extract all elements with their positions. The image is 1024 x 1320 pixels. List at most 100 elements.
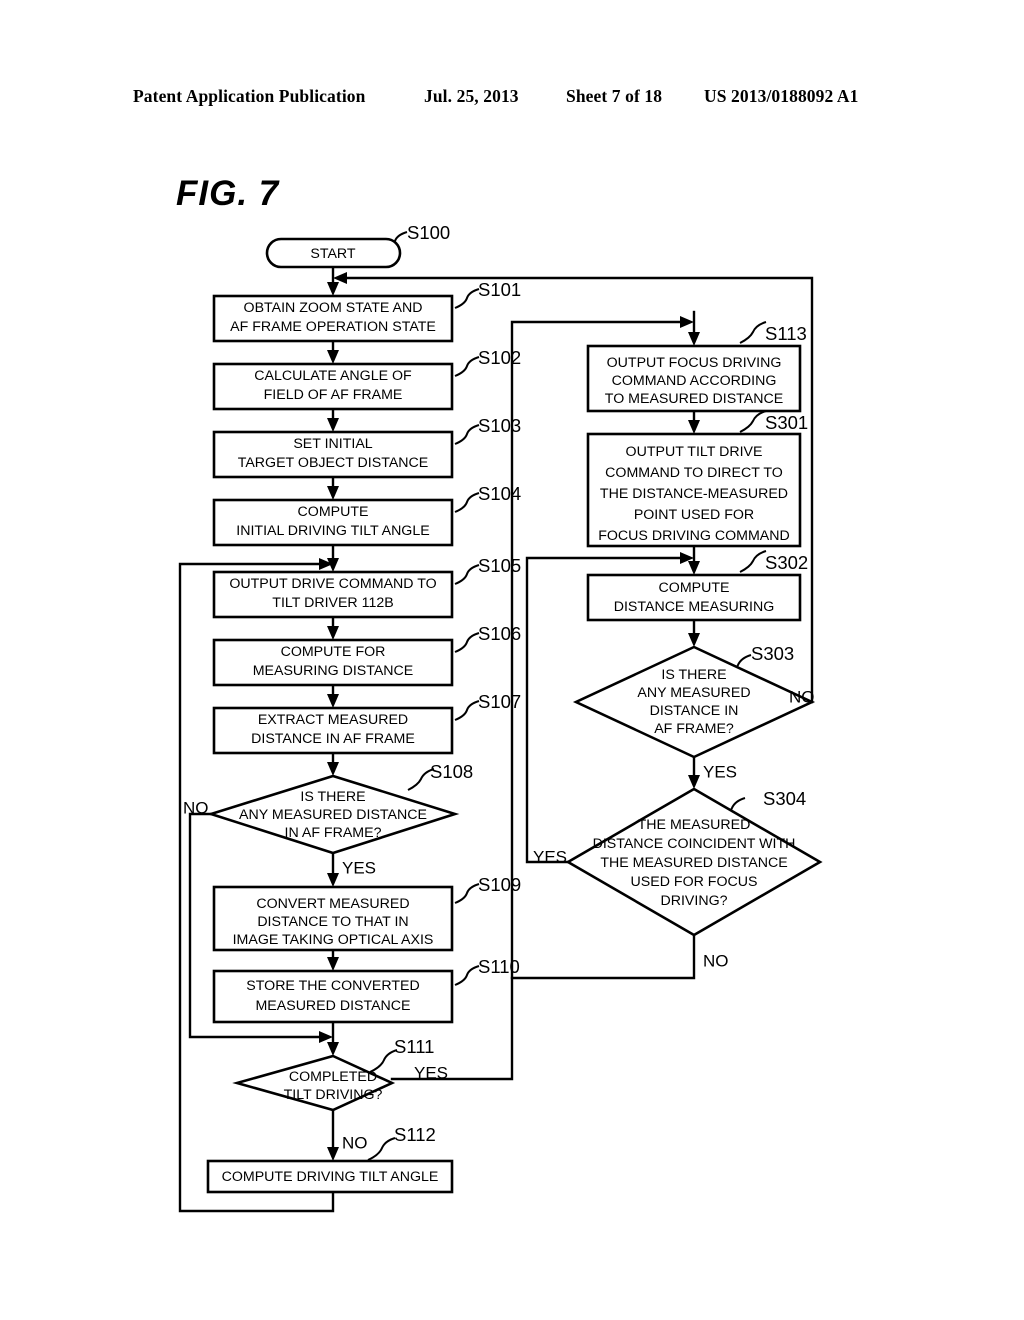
s301-line-5: FOCUS DRIVING COMMAND xyxy=(598,528,790,544)
node-s106[interactable]: COMPUTE FOR MEASURING DISTANCE xyxy=(212,638,454,687)
s304-branch-yes-label: YES xyxy=(533,847,567,866)
arrowhead-s113-loop-join xyxy=(680,316,694,328)
s102-line-1: CALCULATE ANGLE OF xyxy=(254,368,412,384)
node-s113[interactable]: OUTPUT FOCUS DRIVING COMMAND ACCORDING T… xyxy=(586,344,802,413)
node-s105[interactable]: OUTPUT DRIVE COMMAND TO TILT DRIVER 112B xyxy=(212,570,454,619)
node-s110[interactable]: STORE THE CONVERTED MEASURED DISTANCE xyxy=(212,969,454,1024)
flowchart-diagram: START S100 OBTAIN ZOOM STATE AND AF FRAM… xyxy=(178,222,823,1213)
leader-s109 xyxy=(454,883,480,904)
s302-line-1: COMPUTE xyxy=(659,580,730,596)
s109-line-1: CONVERT MEASURED xyxy=(256,896,409,912)
step-id-s107: S107 xyxy=(478,691,521,712)
leader-s105 xyxy=(454,564,480,585)
arrowhead-s109-in xyxy=(327,873,339,887)
arrowhead-s102-in xyxy=(327,350,339,364)
node-s108[interactable]: IS THERE ANY MEASURED DISTANCE IN AF FRA… xyxy=(206,774,460,855)
s107-line-1: EXTRACT MEASURED xyxy=(258,712,408,728)
s108-line-3: IN AF FRAME? xyxy=(285,825,382,841)
s104-line-1: COMPUTE xyxy=(298,504,369,520)
s108-line-2: ANY MEASURED DISTANCE xyxy=(239,807,427,823)
node-s102[interactable]: CALCULATE ANGLE OF FIELD OF AF FRAME xyxy=(212,362,454,411)
s304-branch-no-label: NO xyxy=(703,951,729,970)
step-id-s112: S112 xyxy=(394,1124,436,1145)
arrowhead-s104-in xyxy=(327,486,339,500)
step-id-s304: S304 xyxy=(763,788,806,809)
leader-s113 xyxy=(739,321,767,344)
step-id-s101: S101 xyxy=(478,279,521,300)
arrowhead-s301-in xyxy=(688,420,700,434)
s109-line-3: IMAGE TAKING OPTICAL AXIS xyxy=(233,932,434,948)
node-s112[interactable]: COMPUTE DRIVING TILT ANGLE xyxy=(206,1159,454,1194)
s302-line-2: DISTANCE MEASURING xyxy=(614,599,775,615)
s111-line-1: COMPLETED xyxy=(289,1069,377,1085)
node-start[interactable]: START xyxy=(265,237,402,269)
s303-line-4: AF FRAME? xyxy=(654,721,734,737)
step-id-s104: S104 xyxy=(478,483,521,504)
arrowhead-s108-no-join xyxy=(319,1031,333,1043)
s303-line-3: DISTANCE IN xyxy=(650,703,739,719)
s103-line-1: SET INITIAL xyxy=(293,436,372,452)
leader-s302 xyxy=(739,550,767,573)
leader-s107 xyxy=(454,700,480,721)
s112-line-1: COMPUTE DRIVING TILT ANGLE xyxy=(222,1169,439,1185)
leader-s104 xyxy=(454,492,480,513)
step-id-s105: S105 xyxy=(478,555,521,576)
s304-line-1: THE MEASURED xyxy=(638,817,751,833)
node-s111[interactable]: COMPLETED TILT DRIVING? xyxy=(232,1054,396,1112)
s106-line-1: COMPUTE FOR xyxy=(281,644,386,660)
s101-line-2: AF FRAME OPERATION STATE xyxy=(230,319,436,335)
arrowhead-s302-in xyxy=(688,561,700,575)
step-id-s102: S102 xyxy=(478,347,521,368)
s113-line-2: COMMAND ACCORDING xyxy=(612,373,777,389)
s106-line-2: MEASURING DISTANCE xyxy=(253,663,414,679)
arrowhead-s113-in xyxy=(688,332,700,346)
s105-line-1: OUTPUT DRIVE COMMAND TO xyxy=(229,576,436,592)
arrowhead-s106-in xyxy=(327,626,339,640)
node-s104[interactable]: COMPUTE INITIAL DRIVING TILT ANGLE xyxy=(212,498,454,547)
step-id-s303: S303 xyxy=(751,643,794,664)
arrowhead-s107-in xyxy=(327,694,339,708)
s109-line-2: DISTANCE TO THAT IN xyxy=(257,914,408,930)
s304-line-4: USED FOR FOCUS xyxy=(631,874,758,890)
node-s304[interactable]: THE MEASURED DISTANCE COINCIDENT WITH TH… xyxy=(565,787,823,937)
s301-line-4: POINT USED FOR xyxy=(634,507,754,523)
s108-line-1: IS THERE xyxy=(300,789,365,805)
leader-s301 xyxy=(739,410,767,433)
s111-branch-no-label: NO xyxy=(342,1133,368,1152)
connector-s304-no-to-s113 xyxy=(510,933,696,980)
s303-branch-no-label: NO xyxy=(789,687,815,706)
arrowhead-s103-in xyxy=(327,418,339,432)
step-id-s113: S113 xyxy=(765,323,807,344)
s108-branch-no-label: NO xyxy=(183,798,209,817)
step-id-s110: S110 xyxy=(478,956,520,977)
node-s103[interactable]: SET INITIAL TARGET OBJECT DISTANCE xyxy=(212,430,454,479)
s110-line-2: MEASURED DISTANCE xyxy=(255,998,410,1014)
step-id-s109: S109 xyxy=(478,874,521,895)
s304-line-3: THE MEASURED DISTANCE xyxy=(600,855,787,871)
s113-line-1: OUTPUT FOCUS DRIVING xyxy=(607,355,782,371)
node-s101[interactable]: OBTAIN ZOOM STATE AND AF FRAME OPERATION… xyxy=(212,294,454,343)
node-s107[interactable]: EXTRACT MEASURED DISTANCE IN AF FRAME xyxy=(212,706,454,755)
s303-line-2: ANY MEASURED xyxy=(637,685,750,701)
leader-s101 xyxy=(454,288,480,309)
node-s301[interactable]: OUTPUT TILT DRIVE COMMAND TO DIRECT TO T… xyxy=(586,432,802,548)
s103-line-2: TARGET OBJECT DISTANCE xyxy=(238,455,429,471)
node-s302[interactable]: COMPUTE DISTANCE MEASURING xyxy=(586,573,802,622)
s111-line-2: TILT DRIVING? xyxy=(284,1087,383,1103)
patent-figure-page: Patent Application Publication Jul. 25, … xyxy=(0,0,1024,1320)
s104-line-2: INITIAL DRIVING TILT ANGLE xyxy=(236,523,429,539)
step-id-s100: S100 xyxy=(407,222,450,243)
node-s109[interactable]: CONVERT MEASURED DISTANCE TO THAT IN IMA… xyxy=(212,885,454,952)
s303-branch-yes-label: YES xyxy=(703,762,737,781)
step-id-s301: S301 xyxy=(765,412,808,433)
s304-line-2: DISTANCE COINCIDENT WITH xyxy=(593,836,796,852)
leader-s110 xyxy=(454,965,480,986)
arrowhead-s108-in xyxy=(327,762,339,776)
leader-s106 xyxy=(454,632,480,653)
leader-s103 xyxy=(454,424,480,445)
start-label: START xyxy=(310,246,356,262)
s303-line-1: IS THERE xyxy=(661,667,726,683)
step-id-s108: S108 xyxy=(430,761,473,782)
s102-line-2: FIELD OF AF FRAME xyxy=(264,387,403,403)
arrowhead-s303-in xyxy=(688,633,700,647)
